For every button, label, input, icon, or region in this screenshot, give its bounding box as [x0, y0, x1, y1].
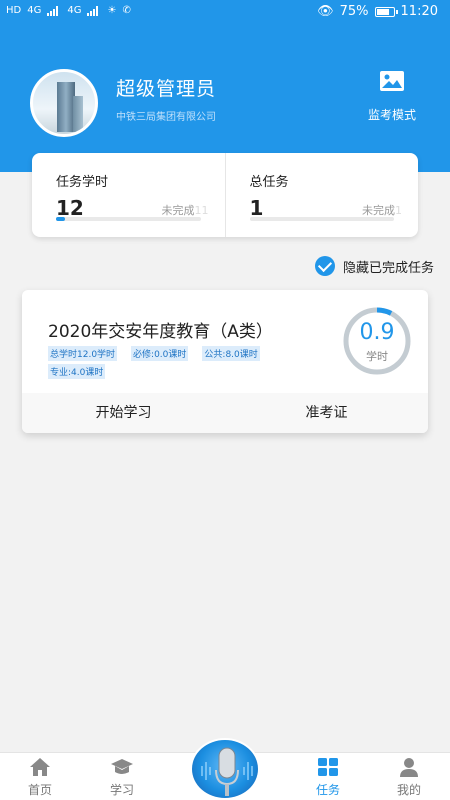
tab-mine[interactable]: 我的: [379, 755, 439, 798]
wifi-call-icon: ✆: [122, 5, 131, 16]
checkmark-icon[interactable]: [314, 256, 335, 276]
building-image-annex: [73, 96, 83, 132]
voice-button[interactable]: [190, 738, 260, 800]
tag-total-hours: 总学时12.0学时: [48, 346, 118, 361]
signal-indicators: HD 4G 4G ☀ ✆: [6, 5, 131, 16]
tag-public: 公共:8.0课时: [202, 346, 260, 361]
graduation-cap-icon: [111, 759, 133, 774]
person-icon: [400, 758, 418, 777]
home-icon: [30, 758, 50, 776]
tab-home[interactable]: 首页: [10, 755, 70, 798]
stat-incomplete-count: 11: [194, 204, 209, 217]
battery-percent: 75%: [339, 4, 369, 19]
stat-task-hours[interactable]: 任务学时 12 未完成11: [32, 153, 225, 237]
progress-ring: 0.9 学时: [338, 306, 416, 376]
tab-learning[interactable]: 学习: [92, 755, 152, 798]
battery-icon: [374, 6, 398, 17]
grid-icon: [318, 758, 338, 776]
hide-completed-label: 隐藏已完成任务: [342, 260, 434, 276]
start-learning-button[interactable]: 开始学习: [22, 393, 225, 433]
admission-ticket-button[interactable]: 准考证: [225, 393, 428, 433]
status-right: 👁 75% 11:20: [317, 4, 438, 19]
network-indicator-1: 4G: [27, 5, 42, 16]
ring-value: 0.9: [359, 320, 395, 345]
sun-icon: ☀: [107, 5, 117, 16]
stats-card: 任务学时 12 未完成11 总任务 1 未完成1: [32, 153, 418, 237]
monitor-mode-button[interactable]: 监考模式: [362, 70, 422, 123]
user-name: 超级管理员: [116, 78, 217, 100]
tab-label: 任务: [315, 783, 340, 797]
stat-label: 总任务: [249, 175, 289, 190]
user-org: 中铁三局集团有限公司: [116, 112, 216, 123]
progress-bar: [249, 217, 394, 221]
tab-label: 首页: [27, 783, 52, 797]
stat-incomplete: 未完成11: [161, 204, 209, 217]
tag-major: 专业:4.0课时: [48, 364, 106, 379]
tab-label: 我的: [396, 783, 421, 797]
progress-bar: [56, 217, 201, 221]
network-indicator-2: 4G: [67, 5, 82, 16]
image-icon: [380, 71, 404, 91]
task-card[interactable]: 2020年交安年度教育（A类） 总学时12.0学时 必修:0.0课时 公共:8.…: [22, 290, 428, 433]
status-bar: HD 4G 4G ☀ ✆ 👁 75% 11:20: [0, 0, 450, 26]
tag-required: 必修:0.0课时: [131, 346, 189, 361]
eye-icon: 👁: [317, 4, 334, 19]
signal-icon: [47, 5, 59, 16]
ring-unit: 学时: [366, 350, 388, 363]
stat-incomplete: 未完成1: [362, 204, 402, 217]
stat-incomplete-count: 1: [395, 204, 402, 217]
task-tags: 总学时12.0学时 必修:0.0课时 公共:8.0课时 专业:4.0课时: [48, 346, 308, 379]
stat-total-tasks[interactable]: 总任务 1 未完成1: [224, 153, 419, 237]
task-actions: 开始学习 准考证: [22, 393, 428, 433]
clock: 11:20: [400, 4, 438, 19]
stat-label: 任务学时: [56, 175, 109, 190]
monitor-mode-label: 监考模式: [367, 108, 416, 122]
hide-completed-toggle[interactable]: 隐藏已完成任务: [314, 256, 434, 276]
avatar[interactable]: [30, 69, 98, 137]
signal-icon: [87, 5, 99, 16]
hd-indicator: HD: [6, 5, 22, 16]
task-title: 2020年交安年度教育（A类）: [48, 322, 273, 342]
tab-label: 学习: [109, 783, 134, 797]
progress-fill: [56, 217, 65, 221]
tab-tasks[interactable]: 任务: [298, 755, 358, 798]
battery-fill: [376, 8, 389, 15]
